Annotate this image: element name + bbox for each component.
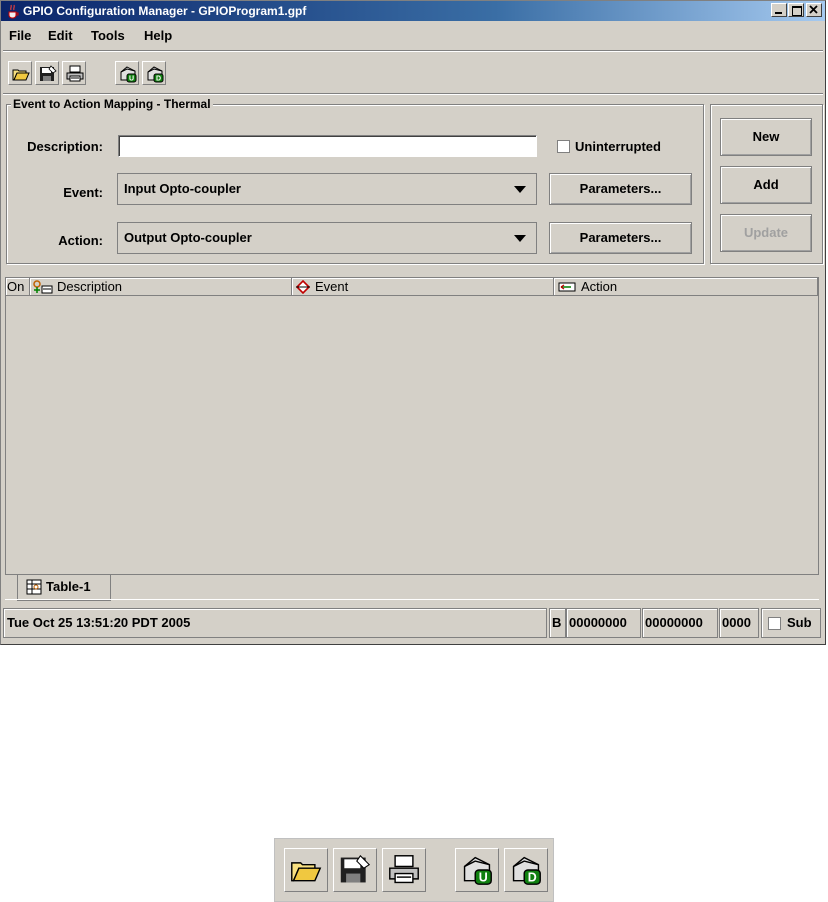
open-button-large[interactable] [284, 848, 328, 892]
status-value-3-text: 0000 [722, 615, 751, 630]
status-datetime-text: Tue Oct 25 13:51:20 PDT 2005 [7, 615, 191, 630]
window-title: GPIO Configuration Manager - GPIOProgram… [23, 4, 307, 18]
action-column-icon [558, 282, 576, 292]
status-datetime: Tue Oct 25 13:51:20 PDT 2005 [3, 608, 547, 638]
mapping-table[interactable]: On Description Event Action [5, 277, 819, 575]
maximize-button[interactable] [788, 3, 804, 17]
menu-file[interactable]: File [9, 28, 31, 43]
action-select-value: Output Opto-coupler [124, 230, 252, 245]
tab-table-1[interactable]: Table-1 [17, 575, 111, 601]
print-button-large[interactable] [382, 848, 426, 892]
save-icon [40, 65, 57, 81]
uninterrupted-label: Uninterrupted [575, 139, 661, 154]
description-input[interactable] [118, 135, 537, 157]
status-mode-text: B [552, 615, 562, 630]
upload-icon: U [463, 856, 492, 885]
status-value-1-text: 00000000 [569, 615, 627, 630]
main-window: GPIO Configuration Manager - GPIOProgram… [0, 0, 826, 645]
open-folder-icon [291, 862, 322, 882]
minimize-button[interactable] [771, 3, 787, 17]
toolbar-detail: U D [274, 838, 554, 902]
status-value-3: 0000 [719, 608, 759, 638]
save-icon [340, 854, 371, 883]
tab-label: Table-1 [46, 579, 91, 594]
svg-text:U: U [479, 871, 488, 885]
update-button[interactable]: Update [720, 214, 812, 252]
action-select[interactable]: Output Opto-coupler [117, 222, 537, 254]
status-value-2-text: 00000000 [645, 615, 703, 630]
toolbar-separator [3, 93, 823, 95]
open-button[interactable] [8, 61, 32, 85]
svg-text:D: D [156, 76, 161, 83]
download-icon: D [147, 66, 164, 83]
action-parameters-button[interactable]: Parameters... [549, 222, 692, 254]
menu-bar: File Edit Tools Help [1, 22, 825, 48]
status-mode: B [549, 608, 566, 638]
print-icon [66, 65, 84, 82]
status-value-2: 00000000 [642, 608, 718, 638]
save-button[interactable] [35, 61, 59, 85]
upload-button-large[interactable]: U [455, 848, 499, 892]
svg-text:U: U [129, 76, 134, 83]
minimize-icon [775, 12, 782, 14]
column-header-label: On [7, 279, 25, 294]
upload-icon: U [120, 66, 137, 83]
close-icon [809, 5, 818, 14]
menu-separator [3, 50, 823, 52]
menu-edit[interactable]: Edit [48, 28, 73, 43]
event-column-icon [295, 279, 311, 295]
chevron-down-icon [514, 235, 526, 242]
column-header-label: Action [581, 279, 618, 294]
save-button-large[interactable] [333, 848, 377, 892]
print-button[interactable] [62, 61, 86, 85]
column-header-on[interactable]: On [6, 278, 30, 296]
event-select[interactable]: Input Opto-coupler [117, 173, 537, 205]
close-button[interactable] [806, 3, 822, 17]
status-value-1: 00000000 [566, 608, 641, 638]
status-sub: Sub [761, 608, 821, 638]
menu-tools[interactable]: Tools [91, 28, 125, 43]
new-button[interactable]: New [720, 118, 812, 156]
table-icon [26, 579, 42, 595]
sub-checkbox[interactable] [768, 617, 781, 630]
open-folder-icon [12, 69, 30, 81]
menu-help[interactable]: Help [144, 28, 172, 43]
download-icon: D [512, 856, 541, 885]
tab-baseline [5, 599, 819, 600]
chevron-down-icon [514, 186, 526, 193]
column-header-description[interactable]: Description [30, 278, 292, 296]
mapping-group-title: Event to Action Mapping - Thermal [11, 97, 213, 111]
print-icon [389, 855, 419, 884]
maximize-icon [792, 6, 802, 16]
action-label: Action: [58, 233, 103, 248]
add-button[interactable]: Add [720, 166, 812, 204]
table-body[interactable] [6, 296, 818, 574]
column-header-event[interactable]: Event [292, 278, 554, 296]
column-header-label: Description [57, 279, 123, 294]
svg-text:D: D [528, 871, 537, 885]
mapping-group: Event to Action Mapping - Thermal Descri… [6, 97, 704, 264]
event-select-value: Input Opto-coupler [124, 181, 241, 196]
event-parameters-button[interactable]: Parameters... [549, 173, 692, 205]
description-column-icon [33, 280, 53, 294]
sub-label: Sub [787, 615, 812, 630]
download-button[interactable]: D [142, 61, 166, 85]
uninterrupted-checkbox[interactable] [557, 140, 570, 153]
button-group: New Add Update [710, 104, 823, 264]
upload-button[interactable]: U [115, 61, 139, 85]
event-label: Event: [63, 185, 103, 200]
column-header-label: Event [315, 279, 349, 294]
title-bar[interactable]: GPIO Configuration Manager - GPIOProgram… [1, 1, 825, 21]
description-label: Description: [27, 139, 103, 154]
download-button-large[interactable]: D [504, 848, 548, 892]
column-header-action[interactable]: Action [554, 278, 818, 296]
java-cup-icon [8, 4, 19, 19]
